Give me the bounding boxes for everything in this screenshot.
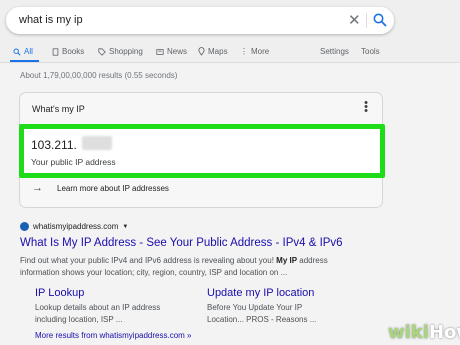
snippet-text: address [297,256,328,265]
sitelink-desc: Lookup details about an IP address [35,303,161,312]
search-icon [13,47,21,56]
chevron-down-icon[interactable]: ▼ [122,224,128,230]
settings-link[interactable]: Settings [320,47,349,56]
search-divider [366,13,367,28]
result-stats: About 1,79,00,00,000 results (0.55 secon… [20,71,178,80]
tab-books[interactable]: Books [52,47,84,56]
header: what is my ip ✕ [0,0,460,40]
sitelink-desc: including location, ISP ... [35,315,123,324]
map-pin-icon [198,47,205,56]
tab-label: Books [62,47,85,56]
tools-link[interactable]: Tools [361,47,380,56]
search-bar[interactable]: what is my ip ✕ [6,7,394,34]
more-results-link[interactable]: More results from whatismyipaddress.com … [35,331,192,340]
search-input[interactable]: what is my ip [19,14,83,26]
tab-label: News [167,47,188,56]
ip-address-box: 103.211. Your public IP address [19,124,385,178]
sitelink-ip-lookup: IP Lookup Lookup details about an IP add… [35,287,160,326]
snippet-text: information shows your location; city, r… [20,268,288,277]
search-icon[interactable] [372,12,388,28]
snippet-highlight: My IP [276,256,298,265]
watermark-how: How [428,322,460,343]
result-title-link[interactable]: What Is My IP Address - See Your Public … [20,237,343,249]
sitelink-title[interactable]: Update my IP location [207,287,316,299]
sitelink-desc: Before You Update Your IP [207,303,303,312]
ip-address: 103.211. [31,138,77,152]
search-tabs: All Books Shopping News Maps ⋮ More Sett… [0,40,460,62]
wikihow-watermark: wikiHow [388,322,460,343]
result-site[interactable]: whatismyipaddress.com ▼ [20,222,128,231]
watermark-wiki: wiki [388,322,429,343]
more-options-icon[interactable]: • • • [364,98,368,117]
tab-shopping[interactable]: Shopping [98,47,143,56]
news-icon [156,48,164,55]
snippet-text: Find out what your public IPv4 and IPv6 … [20,256,277,265]
book-icon [52,47,59,56]
tab-more[interactable]: ⋮ More [240,47,269,56]
redacted-ip-segment [82,136,112,150]
sitelink-update-location: Update my IP location Before You Update … [207,287,316,326]
tab-all[interactable]: All [13,47,33,56]
sitelink-title[interactable]: IP Lookup [35,287,160,299]
tab-maps[interactable]: Maps [198,47,228,56]
tab-label: All [24,47,33,56]
sitelink-desc: Location... PROS - Reasons ... [207,315,317,324]
learn-more-link[interactable]: → Learn more about IP addresses [32,182,169,194]
site-favicon-icon [20,222,29,231]
site-url: whatismyipaddress.com [33,222,119,231]
learn-more-label: Learn more about IP addresses [57,183,169,193]
divider [0,62,460,63]
result-snippet: Find out what your public IPv4 and IPv6 … [20,255,400,279]
tab-label: Shopping [109,47,143,56]
tag-icon [98,47,106,56]
tab-label: More [251,47,270,56]
tab-news[interactable]: News [156,47,187,56]
more-vert-icon: ⋮ [240,47,248,56]
clear-icon[interactable]: ✕ [348,11,361,29]
ip-caption: Your public IP address [31,157,116,167]
card-title: What's my IP [32,104,85,114]
arrow-right-icon: → [32,182,43,194]
tab-label: Maps [208,47,228,56]
